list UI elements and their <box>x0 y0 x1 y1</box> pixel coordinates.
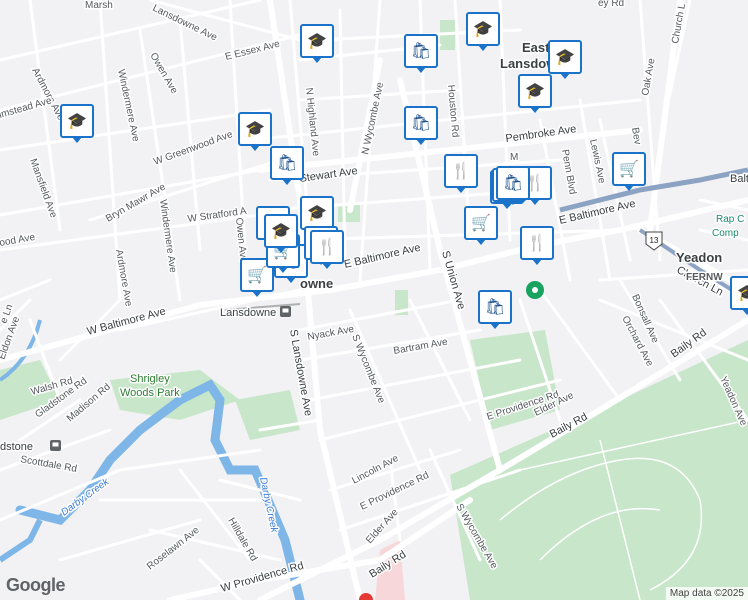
shopping-bag-icon: 🛍 <box>502 175 524 192</box>
street-label: Houston Rd <box>445 84 461 138</box>
school-marker[interactable]: 🎓 <box>300 24 334 63</box>
mortarboard-icon: 🎓 <box>307 205 327 222</box>
school-marker[interactable]: 🎓 <box>238 112 272 151</box>
grocery-marker[interactable]: 🛒 <box>612 152 646 191</box>
shopping-bag-icon: 🛍 <box>484 299 506 316</box>
street-label: S Wycombe Ave <box>349 333 387 405</box>
street-label: E Baltimore Ave <box>343 242 422 271</box>
shopping-cart-icon: 🛒 <box>471 215 491 232</box>
school-marker[interactable]: 🎓 <box>548 40 582 79</box>
place-label-fernwood: FERNW <box>686 272 723 283</box>
street-label: Hilldale Rd <box>225 516 259 563</box>
shopping-marker[interactable]: 🛍 <box>478 290 512 329</box>
school-marker[interactable]: 🎓 <box>300 196 334 235</box>
route-13-label: 13 <box>650 236 659 245</box>
street-label: Oak Ave <box>640 57 657 96</box>
mortarboard-icon: 🎓 <box>245 121 265 138</box>
place-label-lansdowne: owne <box>300 276 333 291</box>
street-label: Ardmore Ave <box>113 249 134 308</box>
shopping-marker[interactable]: 🛍 <box>496 166 530 205</box>
shopping-marker[interactable]: 🛍 <box>404 106 438 145</box>
shopping-cart-icon: 🛒 <box>247 267 267 284</box>
grocery-marker[interactable]: 🛒 <box>464 206 498 245</box>
train-station-icon <box>280 306 291 317</box>
fork-knife-icon: 🍴 <box>317 239 337 256</box>
fork-knife-icon: 🍴 <box>451 163 471 180</box>
train-station-icon <box>50 440 61 451</box>
shopping-marker[interactable]: 🛍 <box>404 34 438 73</box>
street-label: M <box>510 152 518 163</box>
shopping-cart-icon: 🛒 <box>619 161 639 178</box>
water-label-darby-creek: Darby Creek <box>59 476 112 518</box>
mortarboard-icon: 🎓 <box>737 285 748 302</box>
restaurant-marker[interactable]: 🍴 <box>520 226 554 265</box>
park-area-2 <box>235 390 300 440</box>
street-label: Windermere Ave <box>157 199 178 274</box>
shopping-bag-icon: 🛍 <box>410 115 432 132</box>
school-marker[interactable]: 🎓 <box>60 104 94 143</box>
green-place-marker[interactable] <box>526 281 544 299</box>
street-label: Penn Blvd <box>559 149 578 196</box>
mortarboard-icon: 🎓 <box>555 49 575 66</box>
restaurant-marker[interactable]: 🍴 <box>444 154 478 193</box>
place-label-rap-2: Comp <box>712 228 739 239</box>
place-label-yeadon: Yeadon <box>676 250 722 265</box>
street-label: Balt <box>730 173 748 185</box>
school-marker[interactable]: 🎓 <box>466 12 500 51</box>
street-label: Bev <box>629 127 643 146</box>
google-logo: Google <box>6 575 66 595</box>
street-label: Marsh <box>85 0 113 11</box>
street-label: Owen Ave <box>233 217 249 264</box>
mortarboard-icon: 🎓 <box>307 33 327 50</box>
school-marker[interactable]: 🎓 <box>730 276 748 315</box>
street-label: ey Rd <box>598 0 624 9</box>
mortarboard-icon: 🎓 <box>473 21 493 38</box>
park-label-woods-park: Woods Park <box>120 387 180 399</box>
mortarboard-icon: 🎓 <box>271 223 291 240</box>
place-label-rap: Rap C <box>716 214 744 225</box>
place-label-east: East <box>522 40 550 55</box>
school-marker[interactable]: 🎓 <box>518 74 552 113</box>
water-label-darby-creek-2: Darby Creek <box>257 476 280 534</box>
creek-branch <box>0 518 43 563</box>
street-label: N Wycombe Ave <box>360 81 386 156</box>
restaurant-marker[interactable]: 🍴 <box>310 230 344 269</box>
station-label-dstone: dstone <box>0 441 33 453</box>
street-label: Owen Ave <box>147 51 179 96</box>
shopping-bag-icon: 🛍 <box>410 43 432 60</box>
station-label-lansdowne: Lansdowne <box>220 307 276 319</box>
map-base-layer: 13 Marsh Lansdowne Ave E Essex Ave Owen … <box>0 0 748 600</box>
shopping-bag-icon: 🛍 <box>276 155 298 172</box>
shopping-marker[interactable]: 🛍 <box>270 146 304 185</box>
map-view[interactable]: 13 Marsh Lansdowne Ave E Essex Ave Owen … <box>0 0 748 600</box>
park-label-shrigley: Shrigley <box>130 373 170 385</box>
mortarboard-icon: 🎓 <box>525 83 545 100</box>
map-attribution: Map data ©2025 <box>665 587 748 600</box>
fork-knife-icon: 🍴 <box>527 235 547 252</box>
mortarboard-icon: 🎓 <box>67 113 87 130</box>
school-marker[interactable]: 🎓 <box>264 214 298 253</box>
street-label: Scottdale Rd <box>19 454 77 475</box>
